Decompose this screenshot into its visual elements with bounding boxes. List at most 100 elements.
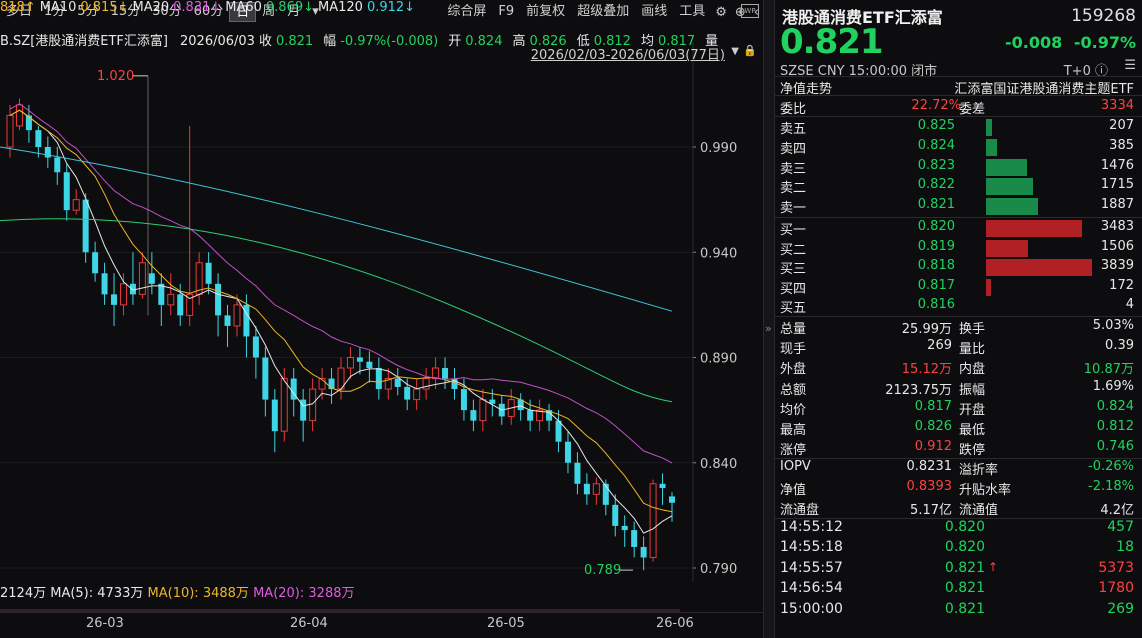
date-range[interactable]: 2026/02/03-2026/06/03(77日) bbox=[531, 44, 725, 63]
ask-row: 卖四 0.824 385 bbox=[775, 138, 1142, 158]
chart-panel: 多日 1分 5分 15分 30分 60分日周月 ▾ 综合屏 F9 前复权 超级叠加 画线 工具 ⚙ ⊕ ‹ W… bbox=[0, 0, 763, 638]
stat-label-2: 跌停 bbox=[959, 443, 986, 459]
candle-body bbox=[309, 388, 317, 422]
ask-label: 卖一 bbox=[780, 201, 807, 217]
expand-icon[interactable]: » bbox=[765, 322, 772, 335]
candlestick-chart[interactable]: 0.990 0.940 0.890 0.840 0.790 1.020 0.789 bbox=[0, 42, 763, 622]
stat-label: 外盘 bbox=[780, 362, 807, 378]
bid-volume: 4 bbox=[1125, 297, 1134, 313]
stat-value-2: 10.87万 bbox=[1083, 362, 1134, 378]
ask-row: 卖五 0.825 207 bbox=[775, 118, 1142, 138]
stat-row: 涨停 0.912 跌停 0.746 bbox=[775, 439, 1142, 459]
stat-value-2: 0.39 bbox=[1105, 338, 1134, 354]
quote-panel: 港股通消费ETF汇添富 159268 0.821 -0.008 -0.97% S… bbox=[775, 0, 1142, 638]
toolbar-item-4[interactable]: 画线 bbox=[635, 2, 673, 22]
x-axis: 26-03 26-04 26-05 26-06 bbox=[0, 612, 763, 638]
tick-price: 0.820 bbox=[944, 539, 985, 556]
volume-legend: 2124万 MA(5): 4733万 MA(10): 3488万 MA(20):… bbox=[0, 582, 355, 601]
separator bbox=[775, 316, 1142, 317]
stat-label: 均价 bbox=[780, 402, 807, 418]
y-tick-label: 0.940 bbox=[700, 246, 737, 261]
stat-value: 0.826 bbox=[914, 419, 952, 434]
stat-label: 现手 bbox=[780, 342, 807, 358]
toolbar-item-1[interactable]: F9 bbox=[492, 2, 520, 22]
candle-body bbox=[252, 336, 259, 358]
range-dropdown-icon[interactable]: ▼ bbox=[731, 46, 739, 57]
volume-value: 2124万 bbox=[0, 586, 47, 601]
stat-row: 总额 2123.75万 振幅 1.69% bbox=[775, 379, 1142, 399]
stat-row: 外盘 15.12万 内盘 10.87万 bbox=[775, 358, 1142, 378]
stat-label: 总额 bbox=[780, 382, 807, 398]
candle-body bbox=[262, 357, 269, 400]
tick-row: 14:55:18 0.820 18 bbox=[775, 539, 1142, 559]
stat-value: 0.8393 bbox=[906, 479, 953, 494]
bid-label: 买三 bbox=[780, 262, 807, 278]
panel-divider[interactable]: » bbox=[763, 0, 775, 638]
candle-body bbox=[205, 262, 212, 284]
toolbar-item-3[interactable]: 超级叠加 bbox=[571, 2, 635, 22]
volume-bars bbox=[0, 604, 680, 612]
ask-price: 0.821 bbox=[917, 197, 955, 213]
stat-value-2: -2.18% bbox=[1088, 479, 1134, 494]
candle-body bbox=[25, 115, 32, 131]
candle-body bbox=[669, 496, 675, 503]
candle-body bbox=[564, 441, 571, 463]
stat-value: 15.12万 bbox=[901, 362, 952, 378]
high-annotation: 1.020 bbox=[97, 69, 134, 84]
stat-label-2: 内盘 bbox=[959, 362, 986, 378]
candle-body bbox=[82, 199, 89, 253]
tick-time: 14:55:57 bbox=[780, 559, 843, 576]
ask-label: 卖二 bbox=[780, 181, 807, 197]
menu-icon[interactable]: ☰ bbox=[1124, 58, 1136, 73]
candle-body bbox=[659, 483, 666, 489]
bid-volume: 3839 bbox=[1100, 258, 1134, 274]
candle-body bbox=[375, 368, 382, 390]
stat-row: 总量 25.99万 换手 5.03% bbox=[775, 318, 1142, 338]
candle-body bbox=[111, 294, 118, 305]
bid-row: 买一 0.820 3483 bbox=[775, 219, 1142, 239]
tick-volume: 457 bbox=[1107, 519, 1134, 535]
stat-label: IOPV bbox=[780, 459, 811, 474]
bid-label: 买二 bbox=[780, 242, 807, 258]
ask-volume-bar bbox=[986, 178, 1034, 196]
toolbar-item-0[interactable]: 综合屏 bbox=[441, 2, 492, 22]
candle-body bbox=[119, 283, 127, 306]
candle-body bbox=[35, 130, 42, 147]
bid-volume-bar bbox=[986, 220, 1083, 237]
lock-icon[interactable]: 🔒 bbox=[743, 44, 757, 57]
stat-row: 均价 0.817 开盘 0.824 bbox=[775, 399, 1142, 419]
bid-price: 0.820 bbox=[917, 219, 955, 234]
stat-label-2: 振幅 bbox=[959, 382, 986, 398]
stat-value-2: 1.69% bbox=[1092, 378, 1134, 394]
ma5-value: 818↑ bbox=[0, 0, 36, 15]
stat-value-2: 0.746 bbox=[1096, 439, 1134, 455]
y-tick-label: 0.840 bbox=[700, 457, 737, 472]
chart-canvas[interactable]: 0.990 0.940 0.890 0.840 0.790 1.020 0.789 bbox=[0, 42, 763, 582]
tick-volume: 269 bbox=[1107, 600, 1134, 617]
toolbar-item-2[interactable]: 前复权 bbox=[520, 2, 571, 22]
settings-icon[interactable]: ⚙ bbox=[711, 5, 731, 20]
bid-label: 买四 bbox=[780, 281, 807, 297]
candle-body bbox=[167, 293, 175, 306]
y-tick-label: 0.790 bbox=[700, 562, 737, 577]
vol-ma5-label: MA(5): bbox=[50, 586, 94, 601]
candle-body bbox=[72, 199, 80, 211]
candle-body bbox=[649, 483, 657, 558]
ask-price: 0.822 bbox=[917, 177, 955, 193]
vol-ma20-label: MA(20): bbox=[253, 586, 305, 601]
legend-row-2: 818↑ MA10 0.815↓ MA20 0.831↓ MA60 0.869↓ MA120 0… bbox=[0, 0, 419, 15]
candle-body bbox=[129, 283, 136, 295]
stat-value-2: 4.2亿 bbox=[1100, 503, 1134, 518]
stat-label-2: 最低 bbox=[959, 423, 986, 438]
wp-icon[interactable]: WP bbox=[741, 4, 759, 18]
candle-body bbox=[346, 357, 354, 369]
stat-value: 0.8231 bbox=[906, 459, 953, 474]
ask-volume-bar bbox=[986, 198, 1038, 216]
toolbar-item-5[interactable]: 工具 bbox=[673, 2, 711, 22]
candle-body bbox=[470, 410, 477, 421]
candle-body bbox=[101, 273, 108, 295]
x-tick-label: 26-03 bbox=[86, 616, 124, 631]
stat-row: 现手 269 量比 0.39 bbox=[775, 338, 1142, 358]
candle-body bbox=[271, 399, 278, 432]
y-tick-label: 0.990 bbox=[700, 141, 737, 156]
